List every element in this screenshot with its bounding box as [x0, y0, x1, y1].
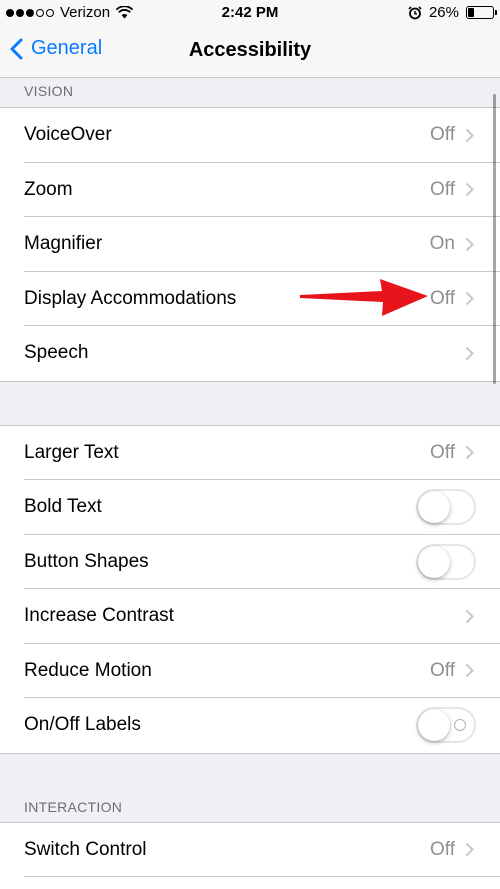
row-value: Off — [430, 287, 455, 309]
navigation-bar: General Accessibility — [0, 26, 500, 78]
scrollbar[interactable] — [493, 94, 496, 384]
on-off-labels-toggle[interactable] — [416, 707, 476, 744]
row-larger-text[interactable]: Larger Text Off — [0, 426, 500, 481]
chevron-right-icon — [465, 843, 474, 857]
row-speech[interactable]: Speech — [0, 326, 500, 381]
status-right: 26% — [408, 4, 497, 21]
chevron-right-icon — [465, 609, 474, 623]
row-label: VoiceOver — [24, 124, 112, 146]
row-label: Reduce Motion — [24, 659, 152, 681]
row-increase-contrast[interactable]: Increase Contrast — [0, 589, 500, 644]
alarm-clock-icon — [408, 5, 422, 19]
section-header-interaction: INTERACTION — [24, 798, 123, 815]
row-label: Increase Contrast — [24, 605, 174, 627]
row-label: Switch Control — [24, 838, 147, 860]
row-label: On/Off Labels — [24, 714, 141, 736]
row-reduce-motion[interactable]: Reduce Motion Off — [0, 644, 500, 699]
row-label: Magnifier — [24, 233, 103, 255]
row-display-accommodations[interactable]: Display Accommodations Off — [0, 272, 500, 327]
row-value: Off — [430, 178, 455, 200]
row-value: Off — [430, 659, 455, 681]
settings-list[interactable]: VISION VoiceOver Off Zoom Off Magnifier … — [0, 78, 500, 889]
row-magnifier[interactable]: Magnifier On — [0, 217, 500, 272]
row-button-shapes: Button Shapes — [0, 535, 500, 590]
status-bar: Verizon 2:42 PM 26% — [0, 0, 500, 26]
chevron-right-icon — [465, 237, 474, 251]
chevron-right-icon — [465, 664, 474, 678]
row-label: Zoom — [24, 178, 73, 200]
button-shapes-toggle[interactable] — [416, 543, 476, 580]
row-switch-control[interactable]: Switch Control Off — [0, 823, 500, 878]
toggle-knob — [418, 545, 450, 578]
off-label-circle-icon — [454, 719, 466, 732]
bold-text-toggle[interactable] — [416, 489, 476, 526]
row-value: Off — [430, 838, 455, 860]
row-value: Off — [430, 124, 455, 146]
row-label: Speech — [24, 342, 89, 364]
chevron-right-icon — [465, 128, 474, 142]
chevron-right-icon — [465, 292, 474, 306]
row-value: On — [429, 233, 455, 255]
row-label: Larger Text — [24, 441, 119, 463]
row-bold-text: Bold Text — [0, 480, 500, 535]
toggle-knob — [418, 709, 450, 742]
row-partially-visible[interactable] — [0, 877, 500, 889]
section-spacer: INTERACTION — [0, 754, 500, 822]
interaction-group: Switch Control Off — [0, 821, 500, 889]
toggle-knob — [418, 491, 450, 524]
row-value: Off — [430, 441, 455, 463]
battery-fill — [468, 8, 475, 17]
chevron-right-icon — [465, 183, 474, 197]
battery-icon — [466, 6, 497, 19]
row-on-off-labels: On/Off Labels — [0, 698, 500, 753]
section-header-vision: VISION — [24, 83, 74, 99]
page-title: Accessibility — [188, 39, 312, 61]
battery-percentage: 26% — [428, 4, 459, 21]
text-display-group: Larger Text Off Bold Text Button Shapes … — [0, 424, 500, 754]
row-voiceover[interactable]: VoiceOver Off — [0, 108, 500, 163]
row-zoom[interactable]: Zoom Off — [0, 163, 500, 218]
row-label: Button Shapes — [24, 550, 149, 572]
vision-group: VoiceOver Off Zoom Off Magnifier On Disp… — [0, 107, 500, 382]
chevron-right-icon — [465, 346, 474, 360]
row-label: Bold Text — [24, 496, 102, 518]
chevron-right-icon — [465, 446, 474, 460]
row-label: Display Accommodations — [24, 287, 237, 309]
